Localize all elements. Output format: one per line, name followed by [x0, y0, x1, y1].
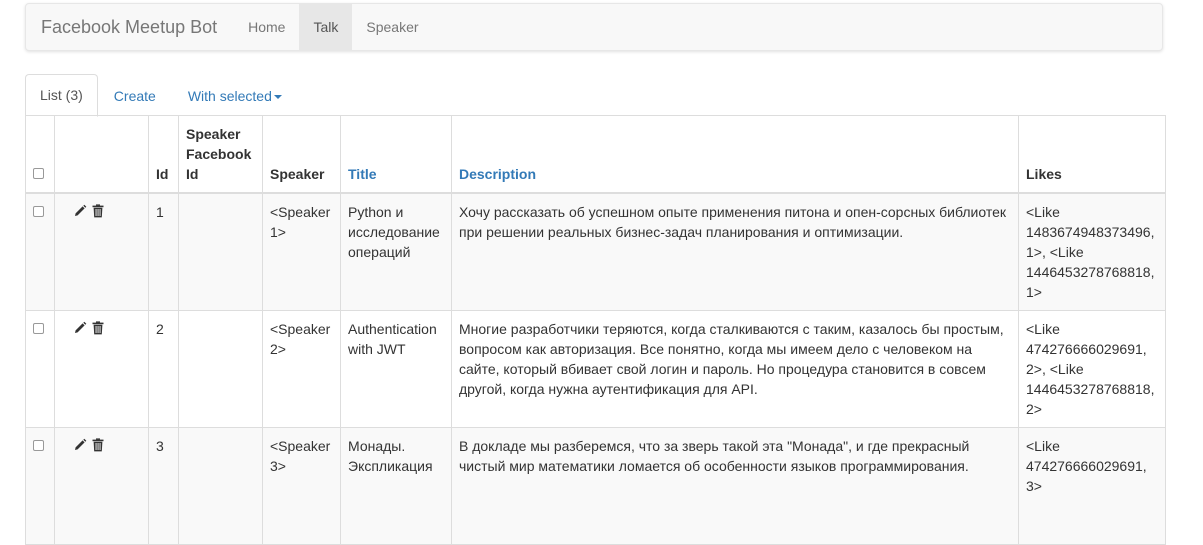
pencil-icon[interactable] [73, 203, 87, 217]
cell-speaker: <Speaker 2> [262, 310, 341, 428]
cell-id: 2 [148, 310, 179, 428]
row-actions [54, 427, 149, 545]
cell-id: 1 [148, 192, 179, 311]
row-select-cell [25, 310, 55, 428]
cell-speaker-facebook-id [178, 192, 263, 311]
nav-talk[interactable]: Talk [299, 4, 353, 50]
cell-speaker-facebook-id [178, 427, 263, 545]
cell-description: Многие разработчики теряются, когда стал… [451, 310, 1019, 428]
row-actions [54, 192, 149, 311]
table-row: 1 <Speaker 1> Python и исследование опер… [25, 192, 1166, 311]
view-tabs: List (3) Create With selected [25, 74, 1165, 117]
cell-id: 3 [148, 427, 179, 545]
cell-likes: <Like 474276666029691, 3> [1018, 427, 1166, 545]
cell-speaker-facebook-id [178, 310, 263, 428]
pencil-icon[interactable] [73, 437, 87, 451]
talk-table: Id Speaker Facebook Id Speaker Title Des… [25, 115, 1166, 545]
row-checkbox[interactable] [33, 323, 44, 334]
cell-title: Монады. Экспликация [340, 427, 452, 545]
navbar: Facebook Meetup Bot Home Talk Speaker [25, 3, 1163, 51]
cell-speaker: <Speaker 1> [262, 192, 341, 311]
cell-title: Authentication with JWT [340, 310, 452, 428]
row-checkbox[interactable] [33, 440, 44, 451]
row-checkbox[interactable] [33, 206, 44, 217]
header-speaker: Speaker [262, 115, 341, 194]
nav-home[interactable]: Home [234, 4, 299, 50]
header-description[interactable]: Description [451, 115, 1019, 194]
nav-speaker[interactable]: Speaker [352, 4, 432, 50]
cell-likes: <Like 1483674948373496, 1>, <Like 144645… [1018, 192, 1166, 311]
select-all-checkbox[interactable] [33, 168, 44, 179]
header-title[interactable]: Title [340, 115, 452, 194]
trash-icon[interactable] [91, 320, 105, 335]
cell-title: Python и исследование операций [340, 192, 452, 311]
row-select-cell [25, 192, 55, 311]
tab-with-selected[interactable]: With selected [172, 76, 298, 116]
table-row: 2 <Speaker 2> Authentication with JWT Мн… [25, 310, 1166, 428]
header-likes: Likes [1018, 115, 1166, 194]
row-select-cell [25, 427, 55, 545]
table-header-row: Id Speaker Facebook Id Speaker Title Des… [25, 115, 1166, 194]
cell-description: Хочу рассказать об успешном опыте примен… [451, 192, 1019, 311]
navbar-brand[interactable]: Facebook Meetup Bot [26, 4, 232, 50]
select-all-cell [25, 115, 55, 194]
actions-header [54, 115, 149, 194]
trash-icon[interactable] [91, 203, 105, 218]
trash-icon[interactable] [91, 437, 105, 452]
row-actions [54, 310, 149, 428]
tab-list[interactable]: List (3) [25, 74, 98, 117]
with-selected-label: With selected [187, 88, 272, 104]
table-row: 3 <Speaker 3> Монады. Экспликация В докл… [25, 427, 1166, 545]
cell-speaker: <Speaker 3> [262, 427, 341, 545]
cell-likes: <Like 474276666029691, 2>, <Like 1446453… [1018, 310, 1166, 428]
cell-description: В докладе мы разберемся, что за зверь та… [451, 427, 1019, 545]
tab-create[interactable]: Create [98, 76, 172, 116]
pencil-icon[interactable] [73, 320, 87, 334]
caret-down-icon [273, 95, 282, 100]
header-id: Id [148, 115, 179, 194]
header-speaker-facebook-id: Speaker Facebook Id [178, 115, 263, 194]
